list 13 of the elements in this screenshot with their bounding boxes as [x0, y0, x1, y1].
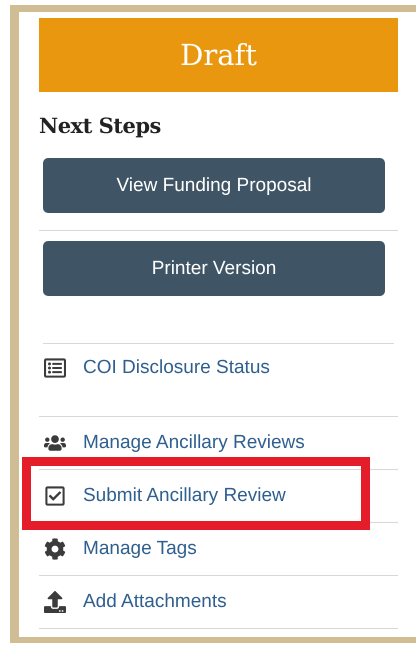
- upload-icon: [43, 591, 67, 613]
- sidebar-link[interactable]: Add Attachments: [83, 591, 227, 613]
- sidebar-link[interactable]: Manage Tags: [83, 538, 197, 560]
- action-button[interactable]: View Funding Proposal: [43, 158, 385, 213]
- status-banner: Draft: [39, 18, 398, 92]
- checkbox-icon: [43, 485, 67, 507]
- list-icon: [43, 357, 67, 379]
- sidebar-link[interactable]: Submit Ancillary Review: [83, 485, 286, 507]
- sidebar-link[interactable]: Manage Ancillary Reviews: [83, 432, 305, 454]
- section-heading: Next Steps: [39, 113, 162, 138]
- sidebar-link[interactable]: COI Disclosure Status: [83, 357, 270, 379]
- action-button[interactable]: Printer Version: [43, 241, 385, 296]
- settings-icon: [43, 538, 67, 560]
